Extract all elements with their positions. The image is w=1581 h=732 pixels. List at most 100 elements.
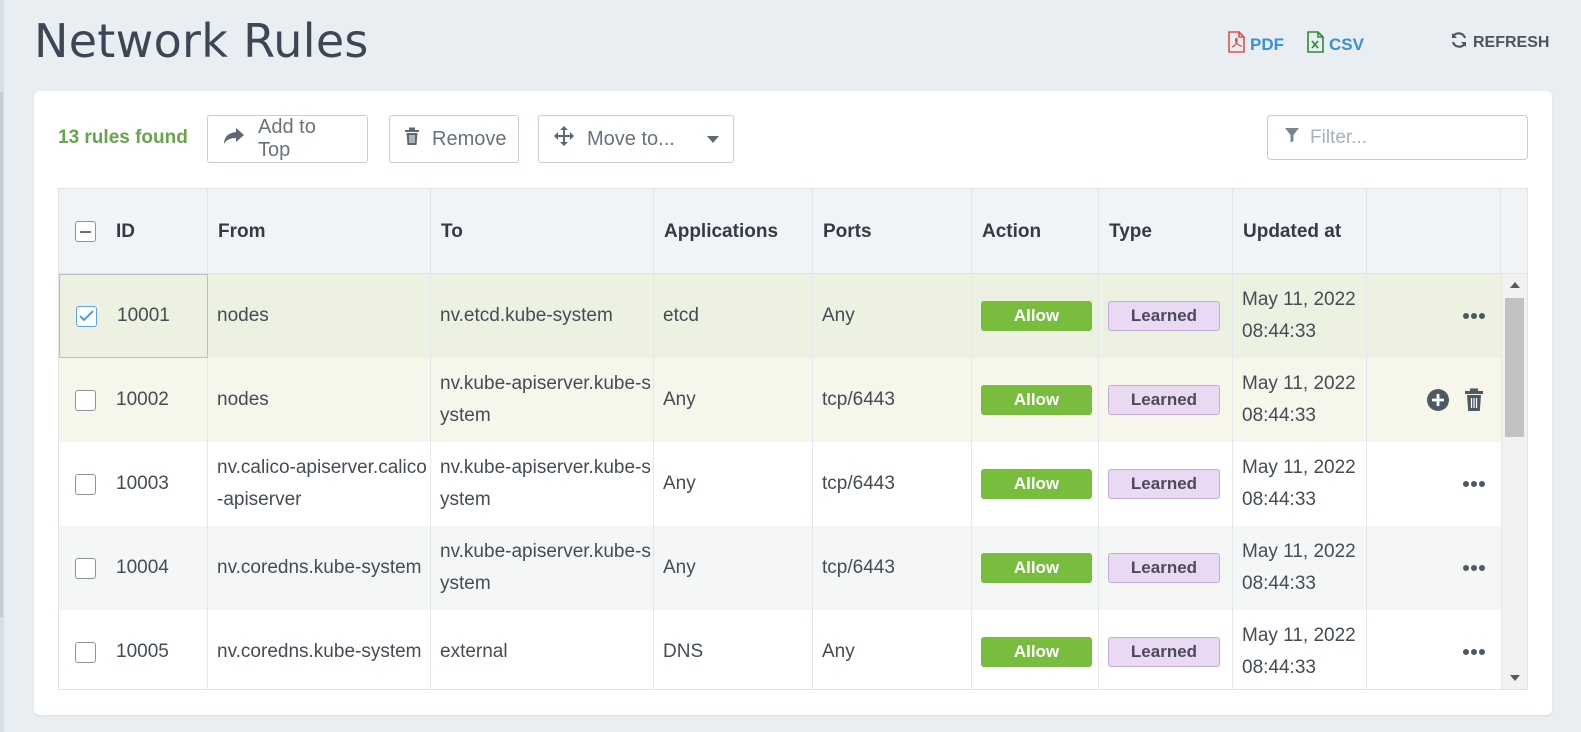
rules-card: 13 rules found Add to Top Remove Move to… bbox=[34, 91, 1552, 715]
action-cell: Allow bbox=[972, 358, 1099, 442]
excel-file-icon bbox=[1306, 31, 1325, 58]
learned-badge: Learned bbox=[1108, 469, 1220, 499]
table-row[interactable]: 10004 nv.coredns.kube-system nv.kube-api… bbox=[59, 526, 1501, 610]
allow-badge: Allow bbox=[981, 553, 1092, 583]
more-options-button[interactable] bbox=[1462, 442, 1486, 526]
row-checkbox[interactable] bbox=[75, 389, 96, 411]
select-all-checkbox[interactable] bbox=[75, 221, 96, 242]
applications-cell: Any bbox=[654, 358, 813, 442]
allow-badge: Allow bbox=[981, 385, 1092, 415]
from-cell: nodes bbox=[208, 358, 431, 442]
remove-button[interactable]: Remove bbox=[389, 115, 519, 163]
id-cell: 10002 bbox=[59, 358, 208, 442]
to-cell: nv.etcd.kube-system bbox=[431, 274, 654, 358]
add-rule-button[interactable] bbox=[1426, 358, 1450, 442]
refresh-label: REFRESH bbox=[1473, 33, 1550, 51]
updated-at: May 11, 2022 08:44:33 bbox=[1242, 625, 1356, 678]
applications-cell: etcd bbox=[654, 274, 813, 358]
table-scrollbar[interactable] bbox=[1501, 274, 1527, 689]
updated-at: May 11, 2022 08:44:33 bbox=[1242, 373, 1356, 426]
table-header: ID From To Applications Ports Action Typ… bbox=[59, 189, 1527, 274]
scroll-down-icon[interactable] bbox=[1510, 675, 1520, 681]
trash-icon bbox=[404, 127, 420, 152]
trash-icon bbox=[1465, 388, 1483, 411]
rule-id: 10002 bbox=[116, 389, 169, 410]
to-cell: nv.kube-apiserver.kube-system bbox=[431, 442, 654, 526]
ports-cell: Any bbox=[813, 610, 972, 689]
export-pdf-button[interactable]: PDF bbox=[1227, 31, 1284, 58]
header-action[interactable]: Action bbox=[972, 189, 1099, 274]
refresh-button[interactable]: REFRESH bbox=[1450, 31, 1549, 54]
action-cell: Allow bbox=[972, 610, 1099, 689]
to-cell: nv.kube-apiserver.kube-system bbox=[431, 358, 654, 442]
row-checkbox[interactable] bbox=[76, 305, 97, 327]
more-options-button[interactable] bbox=[1462, 526, 1486, 610]
chevron-down-icon bbox=[707, 135, 719, 143]
table-row[interactable]: 10002 nodes nv.kube-apiserver.kube-syste… bbox=[59, 358, 1501, 442]
header-scroll-gap bbox=[1501, 189, 1527, 274]
move-arrows-icon bbox=[553, 125, 575, 153]
filter-field[interactable] bbox=[1267, 115, 1528, 160]
header-id: ID bbox=[59, 189, 208, 274]
applications-cell: Any bbox=[654, 526, 813, 610]
ellipsis-icon bbox=[1463, 649, 1485, 655]
from-cell: nv.calico-apiserver.calico-apiserver bbox=[208, 442, 431, 526]
pdf-file-icon bbox=[1227, 31, 1246, 58]
delete-rule-button[interactable] bbox=[1464, 358, 1484, 442]
updated-at: May 11, 2022 08:44:33 bbox=[1242, 541, 1356, 594]
filter-input[interactable] bbox=[1310, 126, 1510, 149]
from-cell: nv.coredns.kube-system bbox=[208, 610, 431, 689]
header-from[interactable]: From bbox=[208, 189, 431, 274]
allow-badge: Allow bbox=[981, 637, 1092, 667]
type-cell: Learned bbox=[1099, 442, 1233, 526]
applications-cell: DNS bbox=[654, 610, 813, 689]
add-to-top-button[interactable]: Add to Top bbox=[207, 115, 368, 163]
header-type[interactable]: Type bbox=[1099, 189, 1233, 274]
allow-badge: Allow bbox=[981, 301, 1092, 331]
rule-id: 10003 bbox=[116, 473, 169, 494]
move-to-dropdown[interactable]: Move to... bbox=[538, 115, 734, 163]
export-pdf-label: PDF bbox=[1250, 34, 1284, 54]
header-actions bbox=[1367, 189, 1501, 274]
table-row[interactable]: 10005 nv.coredns.kube-system external DN… bbox=[59, 610, 1501, 689]
header-to[interactable]: To bbox=[431, 189, 654, 274]
rules-count: 13 rules found bbox=[58, 127, 188, 148]
updated-at: May 11, 2022 08:44:33 bbox=[1242, 457, 1356, 510]
from-cell: nv.coredns.kube-system bbox=[208, 526, 431, 610]
move-to-label: Move to... bbox=[587, 127, 675, 150]
more-options-button[interactable] bbox=[1462, 610, 1486, 689]
header-applications[interactable]: Applications bbox=[654, 189, 813, 274]
updated-cell: May 11, 2022 08:44:33 bbox=[1233, 526, 1367, 610]
ellipsis-icon bbox=[1463, 565, 1485, 571]
row-checkbox[interactable] bbox=[75, 641, 96, 663]
scrollbar-thumb[interactable] bbox=[1505, 298, 1524, 437]
checkmark-icon bbox=[79, 310, 94, 322]
remove-label: Remove bbox=[432, 127, 507, 150]
type-cell: Learned bbox=[1099, 358, 1233, 442]
action-cell: Allow bbox=[972, 442, 1099, 526]
header-ports[interactable]: Ports bbox=[813, 189, 972, 274]
learned-badge: Learned bbox=[1108, 637, 1220, 667]
action-cell: Allow bbox=[972, 274, 1099, 358]
header-updated[interactable]: Updated at bbox=[1233, 189, 1367, 274]
updated-cell: May 11, 2022 08:44:33 bbox=[1233, 610, 1367, 689]
table-row[interactable]: 10003 nv.calico-apiserver.calico-apiserv… bbox=[59, 442, 1501, 526]
learned-badge: Learned bbox=[1108, 301, 1220, 331]
type-cell: Learned bbox=[1099, 526, 1233, 610]
more-options-button[interactable] bbox=[1462, 274, 1486, 358]
row-checkbox[interactable] bbox=[75, 473, 96, 495]
scroll-up-icon[interactable] bbox=[1510, 282, 1520, 288]
to-cell: nv.kube-apiserver.kube-system bbox=[431, 526, 654, 610]
ports-cell: tcp/6443 bbox=[813, 526, 972, 610]
allow-badge: Allow bbox=[981, 469, 1092, 499]
ports-cell: Any bbox=[813, 274, 972, 358]
refresh-icon bbox=[1450, 31, 1468, 54]
window-edge-mark bbox=[0, 92, 3, 617]
table-row[interactable]: 10001 nodes nv.etcd.kube-system etcd Any… bbox=[59, 274, 1501, 358]
export-csv-button[interactable]: CSV bbox=[1306, 31, 1364, 58]
ellipsis-icon bbox=[1463, 313, 1485, 319]
ports-cell: tcp/6443 bbox=[813, 358, 972, 442]
row-checkbox[interactable] bbox=[75, 557, 96, 579]
ports-cell: tcp/6443 bbox=[813, 442, 972, 526]
rule-id: 10005 bbox=[116, 641, 169, 662]
